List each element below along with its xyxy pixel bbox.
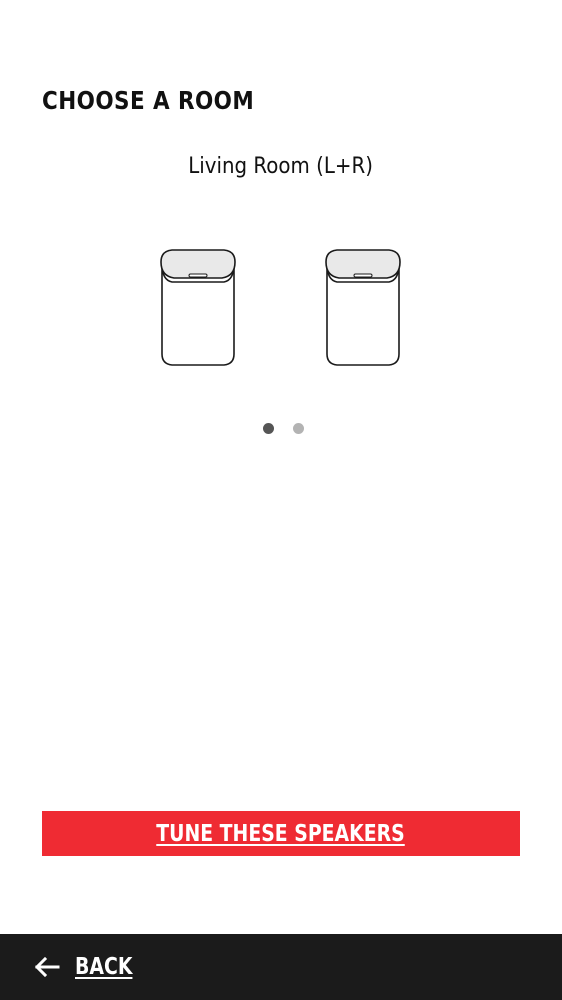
speaker-right-icon	[325, 249, 401, 366]
room-name-label: Living Room (L+R)	[188, 154, 374, 179]
arrow-left-icon	[34, 957, 60, 977]
speaker-pair-illustration	[158, 246, 404, 370]
speaker-left-icon	[160, 249, 236, 366]
bottom-nav-bar: BACK	[0, 934, 562, 1000]
back-label: BACK	[75, 954, 133, 980]
tune-button-label: TUNE THESE SPEAKERS	[156, 820, 406, 847]
page-dot[interactable]	[293, 423, 304, 434]
tune-these-speakers-button[interactable]: TUNE THESE SPEAKERS	[42, 811, 520, 856]
page-title: CHOOSE A ROOM	[42, 86, 255, 115]
page-indicator	[263, 423, 304, 434]
room-name[interactable]: Living Room (L+R)	[0, 152, 562, 182]
back-button[interactable]: BACK	[34, 934, 145, 1000]
page-dot-active[interactable]	[263, 423, 274, 434]
